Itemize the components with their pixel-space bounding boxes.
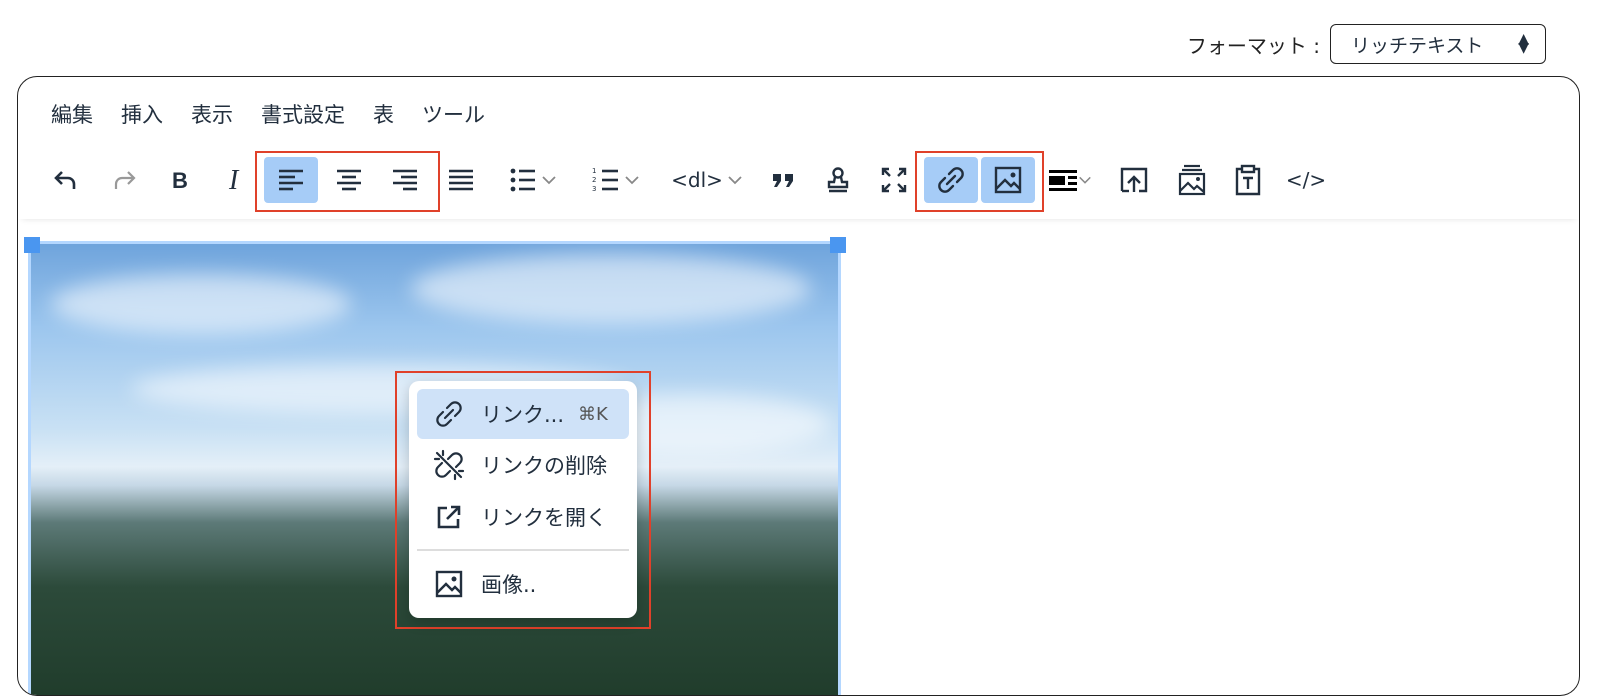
numbered-list-button[interactable]: 123 bbox=[581, 157, 651, 203]
link-image-group-highlight bbox=[915, 151, 1044, 212]
code-label: </> bbox=[1285, 168, 1327, 192]
context-menu: リンク... ⌘K リンクの削除 リンクを開く 画像.. bbox=[409, 381, 637, 618]
numbered-list-icon: 123 bbox=[592, 167, 618, 193]
chevron-down-icon bbox=[542, 176, 556, 185]
svg-text:B: B bbox=[172, 168, 188, 193]
resize-handle-top-right[interactable] bbox=[830, 237, 846, 253]
align-group-highlight bbox=[255, 151, 440, 212]
menu-tools[interactable]: ツール bbox=[422, 99, 485, 129]
redo-button[interactable] bbox=[104, 157, 144, 203]
italic-button[interactable]: I bbox=[216, 157, 256, 203]
svg-text:1: 1 bbox=[592, 167, 596, 175]
source-code-button[interactable]: </> bbox=[1284, 157, 1328, 203]
fullscreen-icon bbox=[881, 167, 907, 193]
chevron-down-icon bbox=[1079, 176, 1091, 184]
fullscreen-button[interactable] bbox=[874, 157, 914, 203]
italic-icon: I bbox=[228, 166, 240, 194]
image-gallery-icon bbox=[1178, 164, 1206, 196]
format-label: フォーマット : bbox=[1186, 33, 1320, 58]
image-gallery-button[interactable] bbox=[1172, 157, 1212, 203]
editor: 編集 挿入 表示 書式設定 表 ツール B I 1 2 3 <dl> </> bbox=[17, 76, 1580, 696]
menu-item-unlink[interactable]: リンクの削除 bbox=[417, 440, 629, 490]
menu-item-label: 画像.. bbox=[481, 573, 537, 597]
menu-item-shortcut: ⌘K bbox=[578, 403, 608, 425]
menu-item-label: リンクの削除 bbox=[481, 454, 607, 478]
definition-list-button[interactable]: <dl> bbox=[666, 157, 748, 203]
redo-icon bbox=[114, 171, 136, 189]
menu-table[interactable]: 表 bbox=[373, 99, 394, 129]
undo-icon bbox=[54, 171, 76, 189]
bullet-list-icon bbox=[510, 168, 535, 192]
menubar: 編集 挿入 表示 書式設定 表 ツール bbox=[51, 99, 513, 129]
image-icon bbox=[433, 569, 465, 599]
menu-view[interactable]: 表示 bbox=[191, 99, 233, 129]
dl-label: <dl> bbox=[671, 168, 723, 192]
upload-button[interactable] bbox=[1114, 157, 1154, 203]
toolbar: B I 123 <dl> </> bbox=[18, 145, 1579, 219]
justify-button[interactable] bbox=[438, 157, 484, 203]
chevron-down-icon bbox=[625, 176, 639, 185]
menu-item-label: リンク... bbox=[481, 403, 565, 427]
format-select[interactable]: リッチテキスト ▲ ▼ bbox=[1330, 24, 1546, 64]
menu-item-label: リンクを開く bbox=[481, 506, 607, 530]
clipboard-text-icon bbox=[1235, 164, 1261, 196]
format-row: フォーマット : リッチテキスト ▲ ▼ bbox=[1187, 24, 1546, 64]
menu-item-link[interactable]: リンク... ⌘K bbox=[417, 389, 629, 439]
format-select-value: リッチテキスト bbox=[1351, 34, 1484, 57]
media-icon bbox=[1049, 170, 1077, 191]
bold-icon: B bbox=[172, 168, 188, 193]
stamp-button[interactable] bbox=[818, 157, 858, 203]
svg-text:I: I bbox=[228, 166, 240, 194]
menu-edit[interactable]: 編集 bbox=[51, 99, 93, 129]
blockquote-button[interactable] bbox=[764, 157, 804, 203]
undo-button[interactable] bbox=[46, 157, 86, 203]
bold-button[interactable]: B bbox=[160, 157, 200, 203]
justify-icon bbox=[449, 169, 473, 191]
open-link-icon bbox=[433, 503, 465, 531]
resize-handle-top-left[interactable] bbox=[24, 237, 40, 253]
chevron-down-icon bbox=[728, 176, 742, 185]
menu-insert[interactable]: 挿入 bbox=[121, 99, 163, 129]
menu-item-image[interactable]: 画像.. bbox=[417, 559, 629, 609]
stamp-icon bbox=[827, 167, 849, 193]
media-button[interactable] bbox=[1042, 157, 1098, 203]
menu-separator bbox=[417, 549, 629, 551]
svg-text:2: 2 bbox=[592, 176, 596, 184]
select-arrows-icon: ▲ ▼ bbox=[1518, 31, 1529, 56]
svg-text:3: 3 bbox=[592, 185, 596, 193]
upload-icon bbox=[1120, 167, 1148, 193]
bullet-list-button[interactable] bbox=[498, 157, 568, 203]
link-icon bbox=[433, 399, 465, 429]
unlink-icon bbox=[433, 449, 465, 481]
paste-text-button[interactable] bbox=[1228, 157, 1268, 203]
menu-format[interactable]: 書式設定 bbox=[261, 99, 345, 129]
menu-item-open-link[interactable]: リンクを開く bbox=[417, 492, 629, 542]
quote-icon bbox=[773, 174, 793, 187]
